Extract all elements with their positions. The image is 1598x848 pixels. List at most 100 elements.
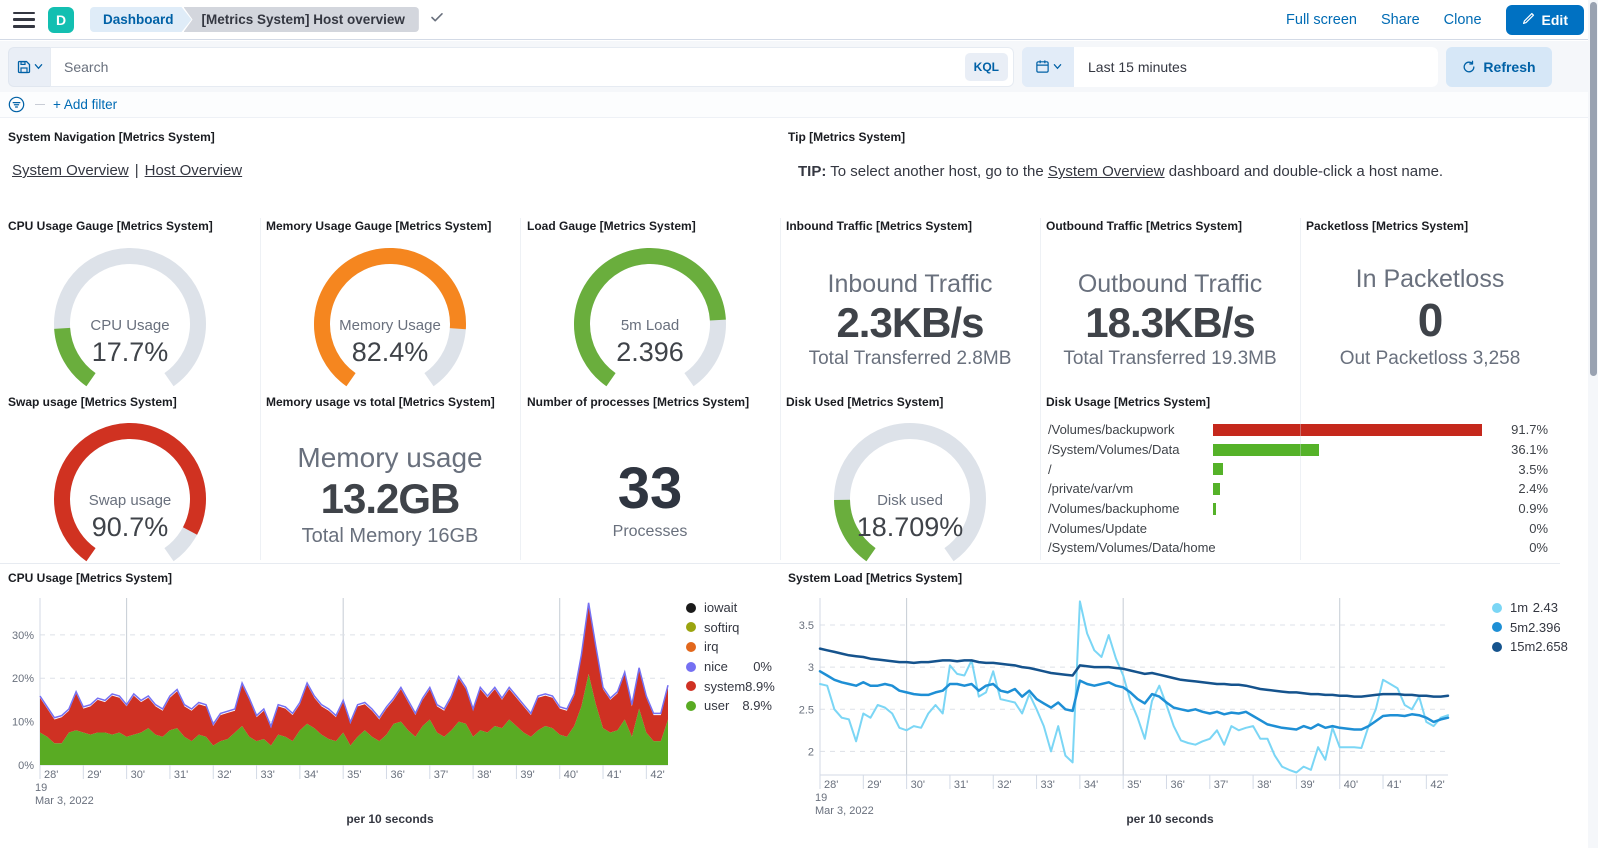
legend-item[interactable]: user8.9% [686,696,772,716]
disk-path-label: /System/Volumes/Data/home [1048,540,1216,555]
svg-text:40': 40' [564,769,578,781]
legend-label: iowait [704,600,737,615]
legend-item[interactable]: 15m2.658 [1492,637,1558,657]
disk-usage-value: 3.5% [1482,462,1548,477]
disk-path-label: /Volumes/backuphome [1048,501,1213,516]
app-icon[interactable]: D [48,7,74,33]
disk-path-label: /Volumes/backupwork [1048,422,1213,437]
svg-text:42': 42' [1430,779,1444,791]
disk-bar-zone [1216,542,1483,554]
panel-title-load-gauge: Load Gauge [Metrics System] [527,219,696,233]
scrollbar-track[interactable] [1588,0,1598,848]
svg-text:2: 2 [808,746,814,758]
legend-item[interactable]: nice0% [686,657,772,677]
save-icon [16,59,32,75]
host-overview-link[interactable]: Host Overview [145,162,243,179]
svg-text:0%: 0% [18,760,34,772]
svg-text:39': 39' [1300,779,1314,791]
disk-usage-row: /Volumes/backuphome 0.9% [1048,499,1548,519]
system-overview-link[interactable]: System Overview [12,162,129,179]
svg-text:35': 35' [1127,779,1141,791]
disk-usage-bar [1213,424,1482,436]
metric-value: 2.3KB/s [836,299,983,347]
dashboard-page: D Dashboard [Metrics System] Host overvi… [0,0,1598,848]
panel-title-swap: Swap usage [Metrics System] [8,395,177,409]
legend-label: 1m [1510,600,1528,615]
legend-dot-icon [686,622,696,632]
disk-path-label: /System/Volumes/Data [1048,442,1213,457]
system-load-chart-legend: 1m2.435m2.39615m2.658 [1492,598,1558,657]
disk-usage-value: 0.9% [1482,501,1548,516]
panel-title-outbound: Outbound Traffic [Metrics System] [1046,219,1242,233]
legend-item[interactable]: 1m2.43 [1492,598,1558,618]
tip-system-overview-link[interactable]: System Overview [1048,163,1165,180]
legend-item[interactable]: irq [686,637,772,657]
disk-bar-zone [1213,503,1482,515]
metric-value: 13.2GB [321,475,460,523]
breadcrumb: Dashboard [Metrics System] Host overview [90,7,419,32]
gauge-label: 5m Load [550,317,750,334]
disk-usage-value: 91.7% [1482,422,1548,437]
filter-bar: + Add filter [0,92,1598,118]
svg-text:36': 36' [390,769,404,781]
menu-icon[interactable] [13,12,35,28]
svg-text:31': 31' [954,779,968,791]
svg-text:42': 42' [650,769,664,781]
load-gauge: 5m Load 2.396 [550,240,750,405]
disk-usage-row: /Volumes/Update0% [1048,518,1548,538]
link-separator: | [135,162,139,179]
chevron-down-icon [34,62,43,71]
row-divider [0,563,1560,564]
date-picker: Last 15 minutes [1022,47,1438,87]
filter-divider [35,104,45,105]
svg-text:30': 30' [911,779,925,791]
legend-item[interactable]: softirq [686,618,772,638]
disk-usage-row: /private/var/vm2.4% [1048,479,1548,499]
metric-value: 33 [618,459,683,520]
search-box: KQL [50,47,1014,87]
gauge-label: Memory Usage [290,317,490,334]
edit-button[interactable]: Edit [1506,5,1584,35]
panel-title-tip: Tip [Metrics System] [788,130,905,144]
metric-label: Inbound Traffic [828,269,993,299]
swap-usage-gauge: Swap usage 90.7% [30,415,230,580]
memory-vs-total-metric: Memory usage 13.2GB Total Memory 16GB [260,415,520,575]
disk-usage-bar [1213,463,1223,475]
svg-text:37': 37' [434,769,448,781]
disk-bar-zone [1213,424,1482,436]
scrollbar-thumb[interactable] [1590,2,1597,376]
calendar-button[interactable] [1022,47,1074,87]
svg-text:39': 39' [520,769,534,781]
share-link[interactable]: Share [1381,12,1420,28]
gauge-value: 17.7% [30,337,230,368]
panel-divider [780,218,781,560]
full-screen-link[interactable]: Full screen [1286,12,1357,28]
add-filter-button[interactable]: + Add filter [53,97,117,112]
kql-button[interactable]: KQL [965,53,1008,81]
disk-usage-bar [1213,444,1319,456]
legend-item[interactable]: iowait [686,598,772,618]
processes-metric: 33 Processes [520,420,780,580]
legend-dot-icon [686,603,696,613]
time-range-value[interactable]: Last 15 minutes [1074,47,1438,87]
outbound-traffic-metric: Outbound Traffic 18.3KB/s Total Transfer… [1040,240,1300,400]
disk-usage-value: 2.4% [1482,481,1548,496]
refresh-button[interactable]: Refresh [1446,47,1552,87]
cpu-usage-chart: 0%10%20%30%28'29'30'31'32'33'34'35'36'37… [0,565,780,848]
breadcrumb-current-page[interactable]: [Metrics System] Host overview [184,7,419,32]
legend-label: irq [704,639,718,654]
legend-item[interactable]: system8.9% [686,676,772,696]
svg-text:40': 40' [1344,779,1358,791]
search-input[interactable] [50,59,965,75]
disk-usage-value: 0% [1482,521,1548,536]
filter-icon[interactable] [8,96,25,113]
breadcrumb-dashboard[interactable]: Dashboard [90,7,192,32]
legend-value: 2.658 [1535,639,1568,654]
svg-text:41': 41' [1387,779,1401,791]
svg-text:31': 31' [174,769,188,781]
svg-text:36': 36' [1170,779,1184,791]
legend-value: 8.9% [742,698,772,713]
legend-item[interactable]: 5m2.396 [1492,618,1558,638]
saved-query-button[interactable] [8,47,50,87]
clone-link[interactable]: Clone [1444,12,1482,28]
